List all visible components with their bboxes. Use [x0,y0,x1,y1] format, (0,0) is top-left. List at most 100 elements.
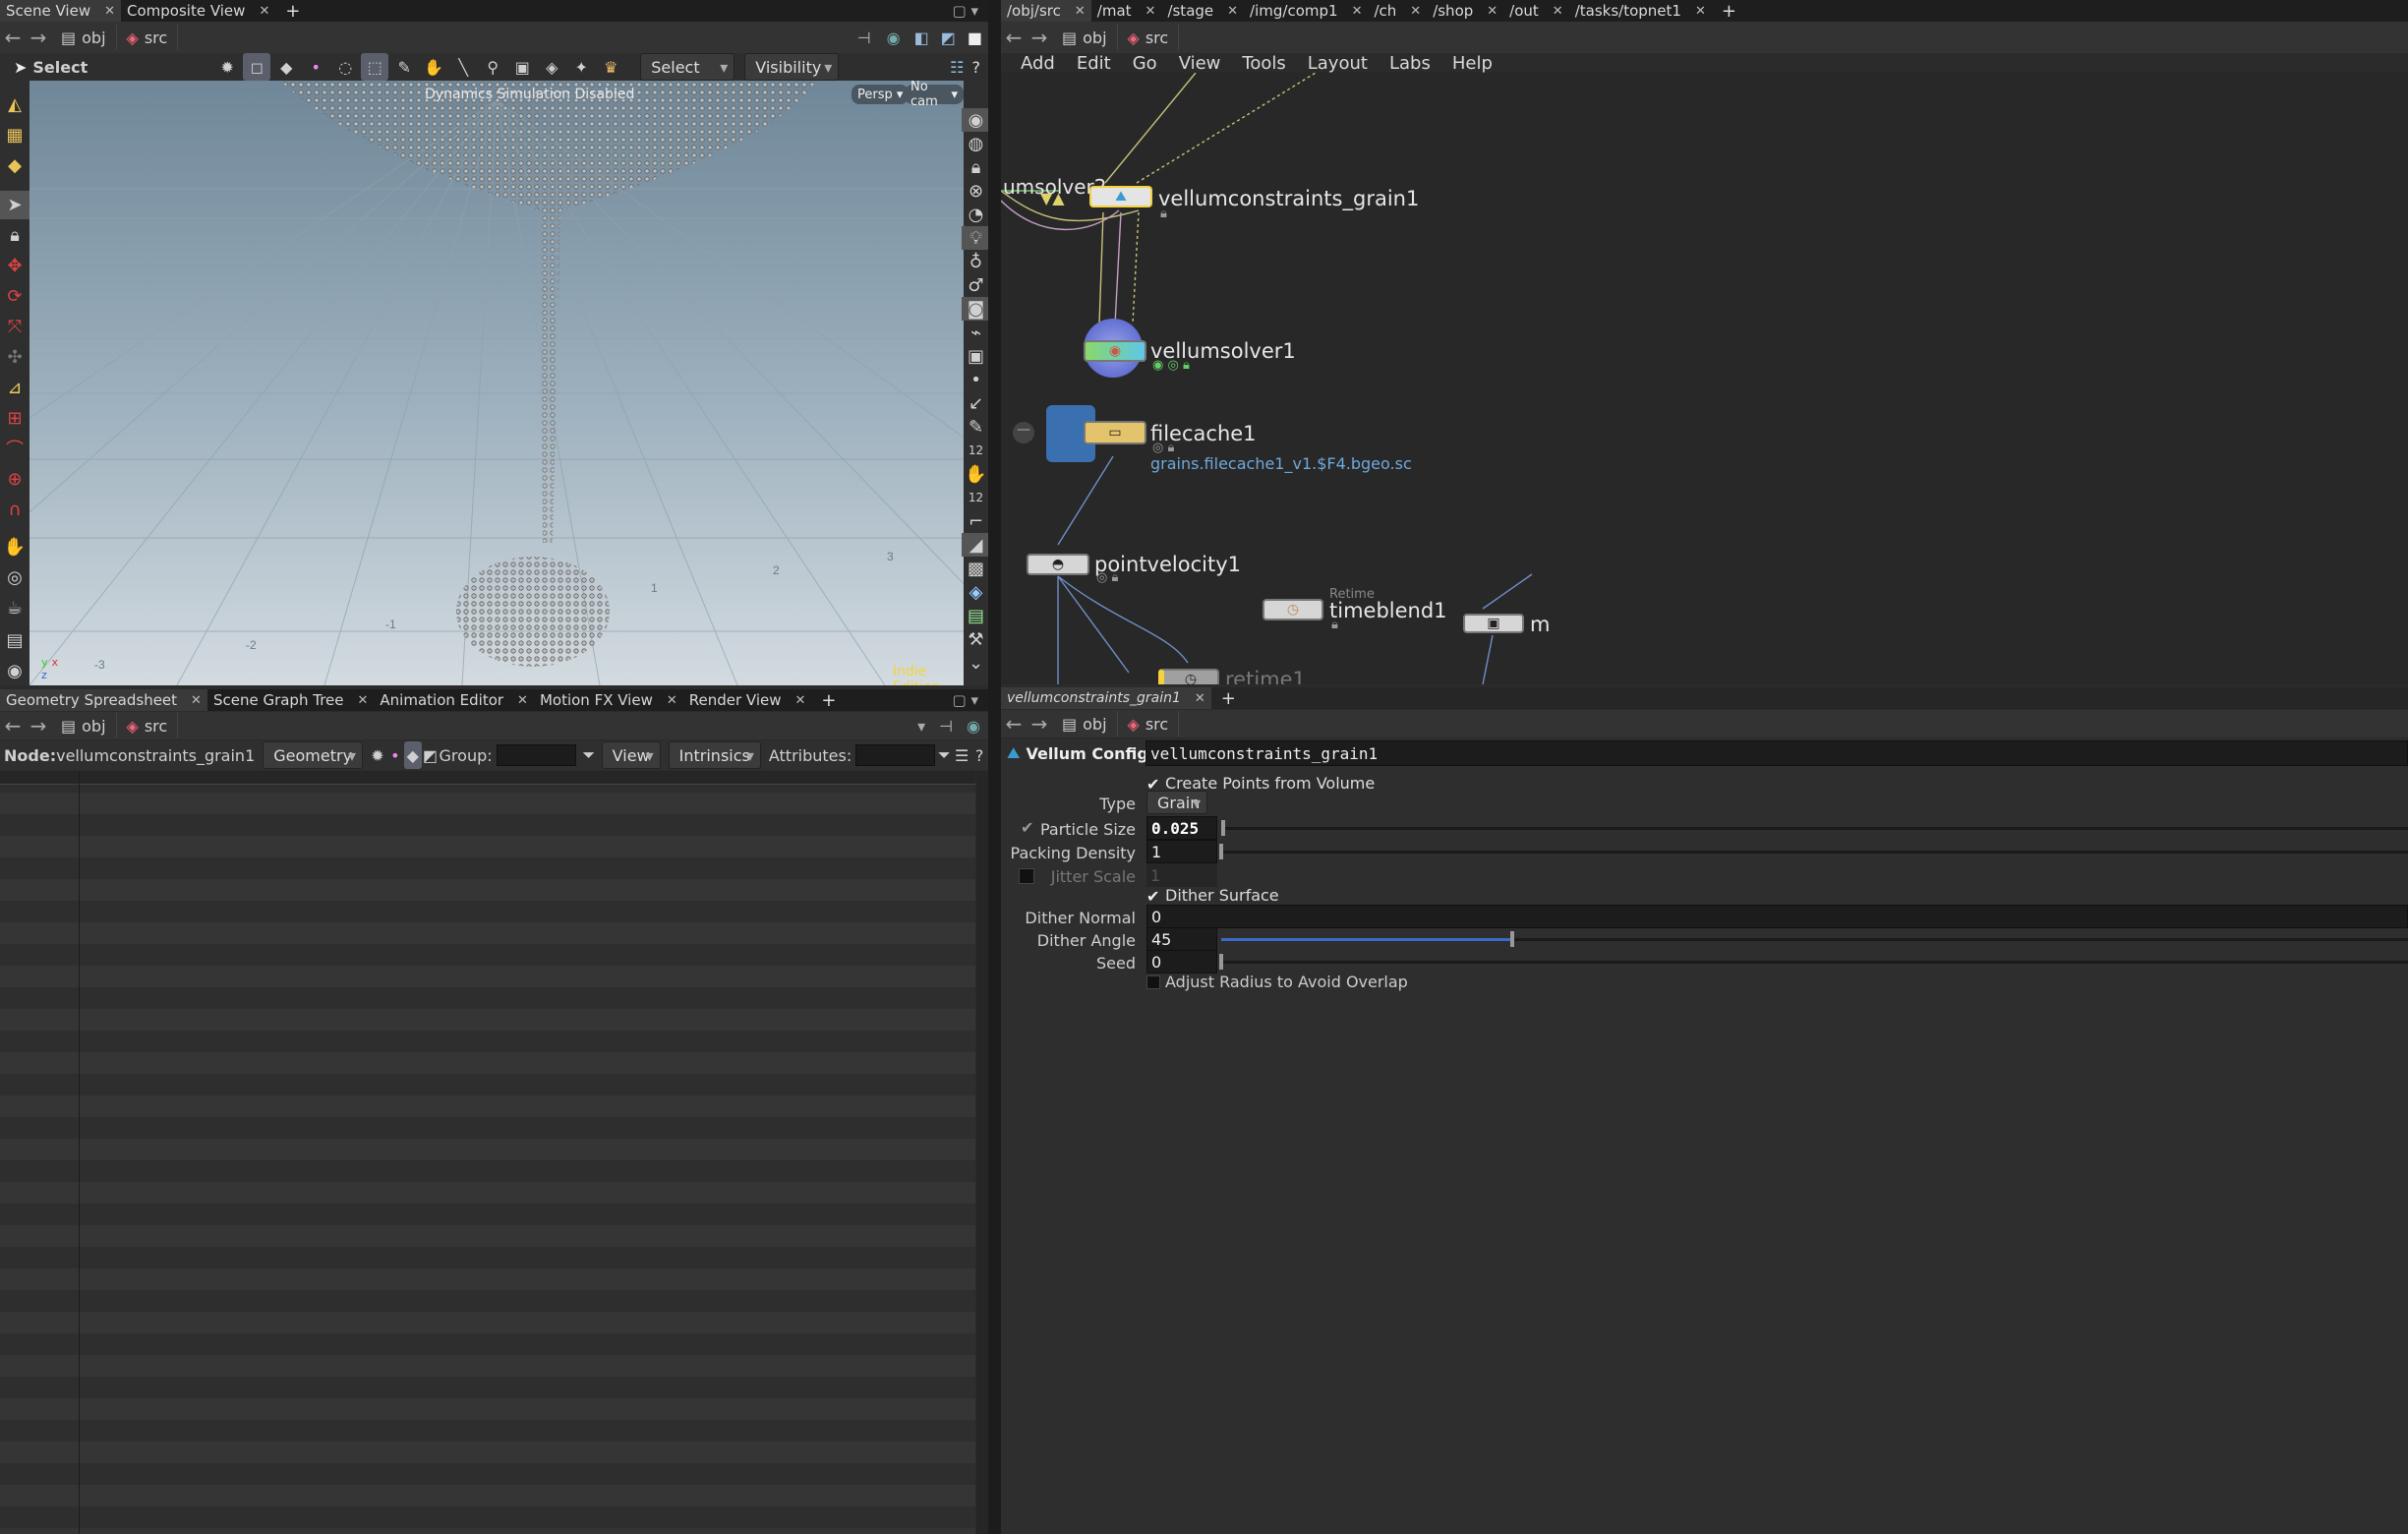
network-editor[interactable]: umsolver2 ▼▲ ⛰ vellumconstraints_grain1 … [1001,73,2408,684]
node-vellumsolver1[interactable]: ◉ [1084,340,1146,362]
dither-surface-checkbox[interactable]: ✔ [1146,887,1162,906]
tab-img-comp1[interactable]: /img/comp1 ✕ [1244,0,1368,22]
eye-icon[interactable]: ◉ [961,108,991,132]
close-icon[interactable]: ✕ [1553,4,1563,19]
path-obj[interactable]: ▤ obj [1052,25,1118,50]
particle-size-slider[interactable] [1221,827,2408,830]
menu-item-help[interactable]: Help [1452,53,1493,74]
close-icon[interactable]: ✕ [104,4,115,19]
bulb-icon[interactable]: ♁ [962,250,991,273]
pivot-tool-icon[interactable]: ✣ [0,343,29,372]
move-tool-icon[interactable]: ✥ [0,252,29,280]
tool-icon[interactable]: ⚒ [962,627,991,651]
create-points-checkbox[interactable]: ✔ [1146,775,1162,794]
angle-icon[interactable]: ⌐ [962,509,991,533]
select-connected-icon[interactable]: ◈ [538,53,565,81]
pane-divider[interactable] [988,0,1001,1534]
select-geometry-icon[interactable]: ◻ [243,53,271,81]
pin-icon[interactable]: ⊣ [933,717,959,736]
add-tab-icon[interactable]: + [1211,688,1246,709]
attributes-field[interactable] [855,744,936,766]
tab-tasks-topnet1[interactable]: /tasks/topnet1 ✕ [1569,0,1712,22]
rotate-tool-icon[interactable]: ⟳ [0,282,29,311]
packing-density-slider[interactable] [1221,851,2408,854]
help-icon[interactable]: ? [970,741,988,769]
persp-button[interactable]: Persp ▾ [852,85,910,104]
handle-tool-icon[interactable]: ⊿ [0,374,29,402]
tab-out[interactable]: /out ✕ [1503,0,1569,22]
menu-item-layout[interactable]: Layout [1308,53,1368,74]
intrinsics-dropdown[interactable]: Intrinsics [668,741,761,769]
view-tool-icon[interactable]: ✋ [0,533,29,561]
close-icon[interactable]: ✕ [1195,691,1205,706]
back-arrow-icon[interactable]: ← [0,26,26,49]
menu-item-view[interactable]: View [1179,53,1221,74]
detail-icon[interactable]: ◩ [422,741,440,769]
background-icon[interactable]: ⌁ [962,321,991,344]
ghost-icon[interactable]: ◍ [962,132,991,155]
tab-scene-view[interactable]: Scene View ✕ [0,0,122,22]
tab-motion-fx-view[interactable]: Motion FX View ✕ [534,689,683,711]
tab-render-view[interactable]: Render View ✕ [683,689,812,711]
tab-geometry-spreadsheet[interactable]: Geometry Spreadsheet ✕ [0,689,207,711]
display-icon[interactable]: ■ [962,29,988,47]
spreadsheet-table[interactable] [0,771,975,1534]
select-objects-icon[interactable]: ✹ [213,53,241,81]
path-src[interactable]: ◈ src [1118,711,1180,737]
node-m[interactable]: ▣ [1463,614,1524,633]
close-icon[interactable]: ✕ [795,693,806,708]
points-icon[interactable]: ✹ [369,741,386,769]
vector-icon[interactable]: ◢ [961,533,991,557]
geometry-dropdown[interactable]: Geometry [263,741,364,769]
shading-icon[interactable]: ◩ [935,29,962,47]
pane-menu-icon[interactable]: ▢ ▾ [953,2,988,20]
forward-arrow-icon[interactable]: → [1027,26,1052,49]
tab-mat[interactable]: /mat ✕ [1091,0,1162,22]
close-icon[interactable]: ✕ [358,693,369,708]
shadow-icon[interactable]: ◙ [961,297,991,321]
lock-tool-icon[interactable]: 🔒︎ [0,221,29,250]
select-visible-icon[interactable]: ⚲ [479,53,506,81]
forward-arrow-icon[interactable]: → [26,714,51,738]
close-icon[interactable]: ✕ [1410,4,1421,19]
menu-item-add[interactable]: Add [1021,53,1055,74]
crown-select-icon[interactable]: ♛ [597,53,624,81]
slider-handle[interactable] [1219,844,1223,859]
pose-icon[interactable]: ▦ [0,121,29,149]
headlight-icon[interactable]: ♂ [962,273,991,297]
tab-ch[interactable]: /ch ✕ [1368,0,1427,22]
snap-prim-icon[interactable]: ⌒ [0,435,29,463]
paint-select-icon[interactable]: ✋ [420,53,447,81]
link-icon[interactable]: ◉ [959,717,988,736]
add-tab-icon[interactable]: + [1712,1,1746,22]
group-field[interactable] [496,744,576,766]
camera-tool-icon[interactable]: ◎ [0,563,29,592]
forward-arrow-icon[interactable]: → [26,26,51,49]
select-points-icon[interactable]: • [302,53,329,81]
camera-icon[interactable]: ▣ [962,344,991,368]
close-icon[interactable]: ✕ [1227,4,1238,19]
scale-tool-icon[interactable]: ⤧ [0,313,29,341]
particle-size-field[interactable]: 0.025 [1146,816,1217,840]
point-numbers-icon[interactable]: 12 [962,439,991,462]
snap-point-icon[interactable]: ⊕ [0,465,29,494]
camera-button[interactable]: No cam ▾ [905,81,964,109]
options-icon[interactable]: ☰ [953,741,970,769]
back-arrow-icon[interactable]: ← [0,714,26,738]
select-dynamics-icon[interactable]: ◆ [272,53,300,81]
slider-handle[interactable] [1221,820,1225,836]
add-tab-icon[interactable]: + [275,1,310,22]
wand-select-icon[interactable]: ✦ [567,53,595,81]
spreadsheet-scrollbar[interactable] [976,771,988,1534]
node-timeblend1[interactable]: ◷ [1263,599,1323,620]
laser-select-icon[interactable]: ╲ [449,53,477,81]
path-src[interactable]: ◈ src [1118,25,1180,50]
close-icon[interactable]: ✕ [1352,4,1363,19]
back-arrow-icon[interactable]: ← [1001,26,1027,49]
secure-selection-icon[interactable]: ◌ [331,53,359,81]
lock-icon[interactable]: 🔒︎ [962,155,991,179]
hand-icon[interactable]: ✋ [962,462,991,486]
sphere-icon[interactable]: ◔ [962,203,991,226]
seed-slider[interactable] [1221,961,2408,964]
shelf-icon[interactable]: ▤ [0,626,29,655]
